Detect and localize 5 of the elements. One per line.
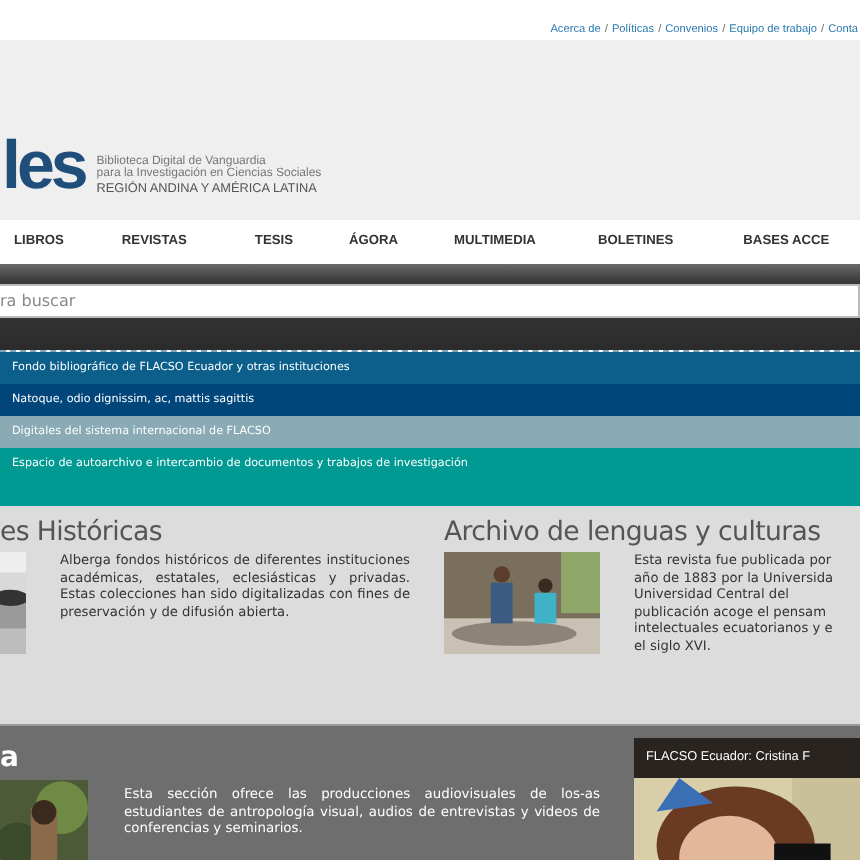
section-title: es Históricas [0,518,164,548]
search-field[interactable]: ra buscar [0,284,860,318]
logo: les [2,132,88,200]
section-title: Archivo de lenguas y culturas [444,518,823,548]
section-title: a [0,742,21,774]
